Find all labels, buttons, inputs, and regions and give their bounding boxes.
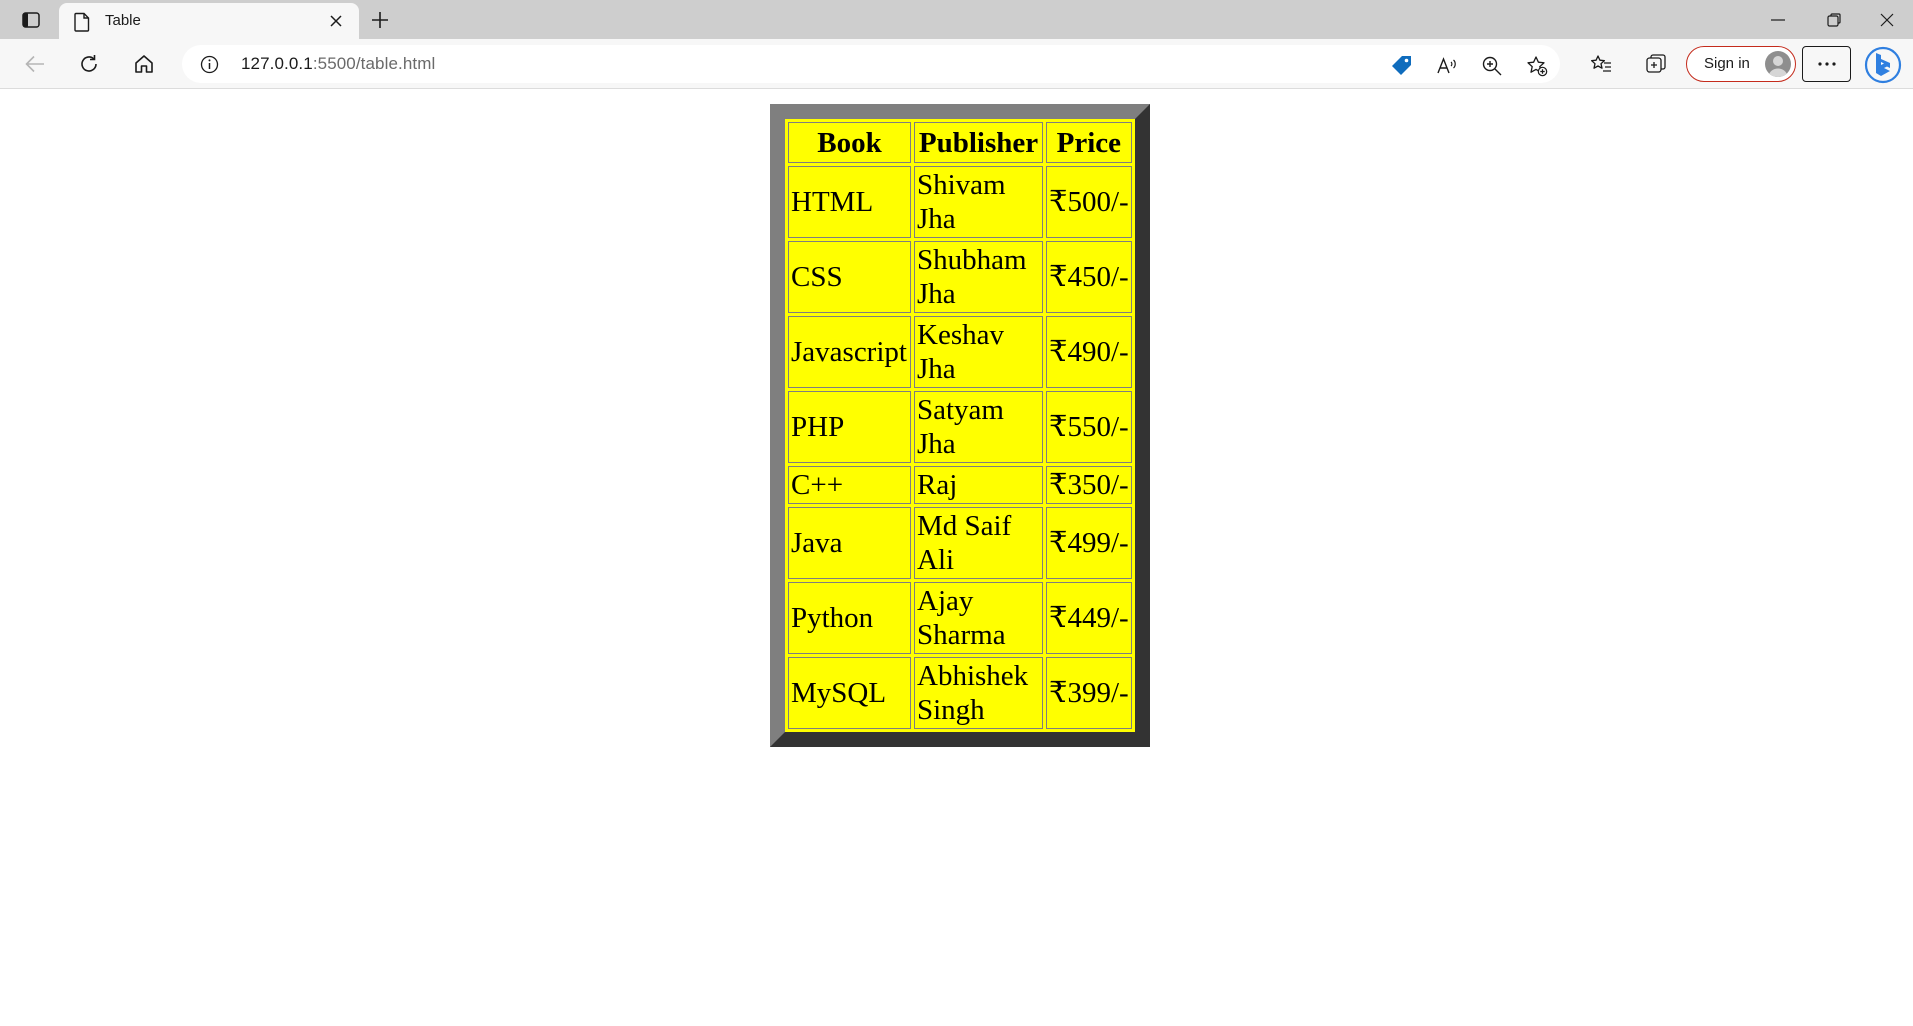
tab-actions-menu-button[interactable]	[14, 8, 48, 32]
bing-copilot-icon	[1864, 46, 1902, 84]
cell-price: ₹449/-	[1046, 582, 1132, 654]
browser-toolbar: 127.0.0.1:5500/table.html Sign in	[0, 39, 1913, 89]
table-row: Python Ajay Sharma ₹449/-	[788, 582, 1132, 654]
collections-button[interactable]	[1639, 48, 1673, 80]
back-arrow-icon	[25, 55, 44, 73]
table-row: C++ Raj ₹350/-	[788, 466, 1132, 504]
restore-icon	[1827, 13, 1841, 27]
cell-publisher: Shivam Jha	[914, 166, 1043, 238]
cell-price: ₹550/-	[1046, 391, 1132, 463]
cell-book: HTML	[788, 166, 911, 238]
sign-in-button[interactable]: Sign in	[1686, 46, 1796, 82]
home-icon	[135, 55, 153, 73]
close-icon	[1880, 13, 1894, 27]
header-publisher: Publisher	[914, 122, 1043, 163]
favorites-icon	[1590, 55, 1611, 72]
restore-button[interactable]	[1806, 4, 1862, 36]
cell-book: Java	[788, 507, 911, 579]
cell-book: C++	[788, 466, 911, 504]
minimize-button[interactable]	[1750, 4, 1806, 36]
table-row: Javascript Keshav Jha ₹490/-	[788, 316, 1132, 388]
read-aloud-icon	[1437, 57, 1456, 74]
favorites-button[interactable]	[1584, 48, 1618, 80]
read-aloud-button[interactable]	[1435, 54, 1459, 78]
cell-price: ₹490/-	[1046, 316, 1132, 388]
table-row: PHP Satyam Jha ₹550/-	[788, 391, 1132, 463]
more-dots-icon	[1817, 62, 1836, 66]
cell-price: ₹450/-	[1046, 241, 1132, 313]
tab-title: Table	[105, 12, 141, 29]
cell-publisher: Ajay Sharma	[914, 582, 1043, 654]
tab-actions-icon	[22, 12, 40, 28]
close-tab-button[interactable]	[327, 12, 345, 30]
cell-book: Javascript	[788, 316, 911, 388]
header-book: Book	[788, 122, 911, 163]
browser-tab-active[interactable]: Table	[59, 3, 359, 39]
cell-publisher: Satyam Jha	[914, 391, 1043, 463]
refresh-button[interactable]	[72, 48, 106, 80]
cell-book: PHP	[788, 391, 911, 463]
cell-book: MySQL	[788, 657, 911, 729]
cell-publisher: Keshav Jha	[914, 316, 1043, 388]
cell-price: ₹399/-	[1046, 657, 1132, 729]
url-text[interactable]: 127.0.0.1:5500/table.html	[241, 54, 435, 74]
cell-publisher: Raj	[914, 466, 1043, 504]
minimize-icon	[1771, 19, 1785, 21]
cell-publisher: Abhishek Singh	[914, 657, 1043, 729]
table-row: CSS Shubham Jha ₹450/-	[788, 241, 1132, 313]
close-icon	[330, 15, 342, 27]
add-favorite-button[interactable]	[1525, 54, 1549, 78]
cell-price: ₹500/-	[1046, 166, 1132, 238]
cell-book: Python	[788, 582, 911, 654]
address-bar[interactable]: 127.0.0.1:5500/table.html	[182, 45, 1560, 83]
cell-price: ₹499/-	[1046, 507, 1132, 579]
site-info-icon[interactable]	[200, 55, 219, 74]
home-button[interactable]	[127, 48, 161, 80]
star-add-icon	[1527, 56, 1548, 77]
url-path: :5500/table.html	[312, 54, 436, 73]
table-row: Java Md Saif Ali ₹499/-	[788, 507, 1132, 579]
cell-publisher: Shubham Jha	[914, 241, 1043, 313]
zoom-in-icon	[1482, 56, 1502, 76]
header-price: Price	[1046, 122, 1132, 163]
books-table: Book Publisher Price HTML Shivam Jha ₹50…	[770, 104, 1150, 747]
close-window-button[interactable]	[1862, 4, 1912, 36]
back-button[interactable]	[18, 48, 52, 80]
profile-avatar-icon	[1765, 51, 1791, 77]
settings-and-more-button[interactable]	[1802, 46, 1851, 82]
shopping-tag-button[interactable]	[1390, 54, 1414, 78]
zoom-button[interactable]	[1480, 54, 1504, 78]
table-row: HTML Shivam Jha ₹500/-	[788, 166, 1132, 238]
new-tab-button[interactable]	[366, 7, 394, 33]
url-host: 127.0.0.1	[241, 54, 313, 73]
page-content: Book Publisher Price HTML Shivam Jha ₹50…	[0, 90, 1913, 1026]
cell-book: CSS	[788, 241, 911, 313]
cell-price: ₹350/-	[1046, 466, 1132, 504]
tab-strip: Table	[0, 0, 1913, 39]
copilot-button[interactable]	[1863, 45, 1903, 85]
sign-in-label: Sign in	[1704, 55, 1750, 72]
refresh-icon	[81, 55, 97, 72]
plus-icon	[372, 12, 388, 28]
page-icon	[74, 12, 90, 32]
table-header-row: Book Publisher Price	[788, 122, 1132, 163]
collections-icon	[1646, 54, 1666, 73]
table-row: MySQL Abhishek Singh ₹399/-	[788, 657, 1132, 729]
cell-publisher: Md Saif Ali	[914, 507, 1043, 579]
price-tag-icon	[1392, 56, 1411, 75]
